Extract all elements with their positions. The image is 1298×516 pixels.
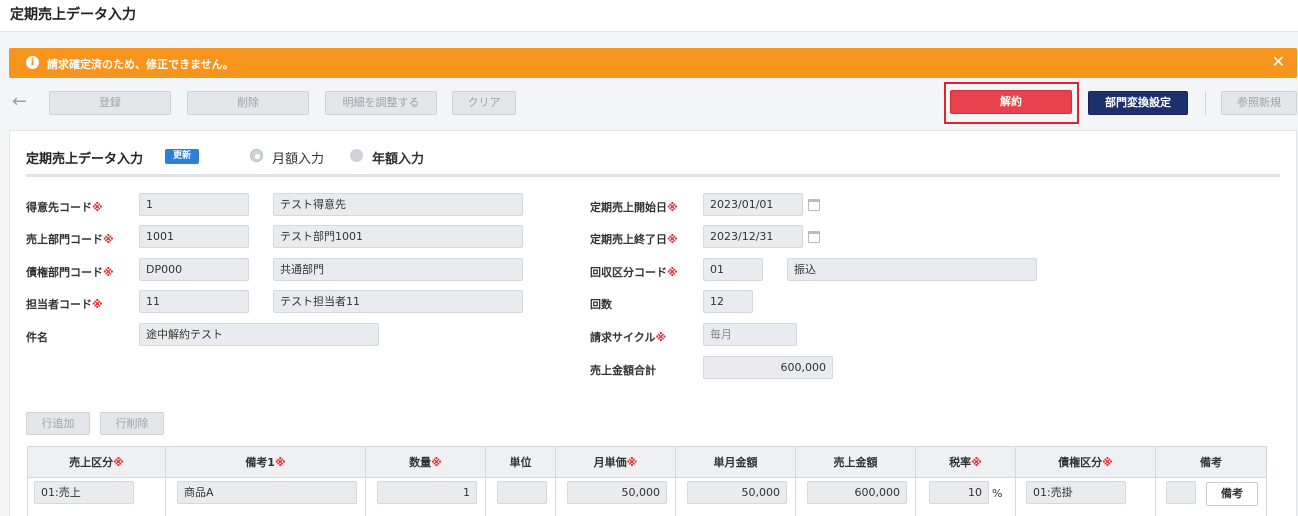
start-date-input[interactable]: 2023/01/01 [703, 193, 803, 216]
header-memo: 備考 [1156, 447, 1266, 478]
subject-input[interactable]: 途中解約テスト [139, 323, 379, 346]
new-reference-button[interactable]: 参照新規 [1221, 91, 1297, 115]
locked-alert: i 請求確定済のため、修正できません。 ✕ [9, 48, 1297, 78]
sales-dept-code-label: 売上部門コード※ [26, 233, 114, 246]
dept-conversion-button[interactable]: 部門変換設定 [1088, 91, 1188, 115]
row-memo-input[interactable] [1166, 481, 1196, 504]
row-unit-input[interactable] [497, 481, 547, 504]
header-sales-amount: 売上金額 [796, 447, 916, 478]
count-input[interactable]: 12 [703, 290, 753, 313]
section-divider [26, 174, 1280, 177]
header-note1: 備考1※ [166, 447, 366, 478]
count-label: 回数 [590, 298, 612, 311]
staff-name-field: テスト担当者11 [273, 290, 523, 313]
delete-button[interactable]: 削除 [187, 91, 309, 115]
add-row-button[interactable]: 行追加 [26, 412, 90, 435]
info-icon: i [26, 56, 39, 69]
header-tax-rate: 税率※ [916, 447, 1016, 478]
cancel-contract-button[interactable]: 解約 [950, 90, 1072, 114]
sales-dept-code-input[interactable]: 1001 [139, 225, 249, 248]
radio-annual-label: 年額入力 [372, 152, 425, 167]
claim-dept-name-field: 共通部門 [273, 258, 523, 281]
page-title: 定期売上データ入力 [10, 7, 136, 23]
close-icon[interactable]: ✕ [1272, 53, 1285, 71]
adjust-details-button[interactable]: 明細を調整する [325, 91, 437, 115]
customer-code-label: 得意先コード※ [26, 201, 103, 214]
claim-dept-code-label: 債権部門コード※ [26, 266, 114, 279]
percent-unit: % [992, 487, 1003, 500]
end-date-label: 定期売上終了日※ [590, 233, 678, 246]
customer-code-input[interactable]: 1 [139, 193, 249, 216]
row-sales-type-input[interactable]: 01:売上 [34, 481, 134, 504]
header-monthly-amount: 単月金額 [676, 447, 796, 478]
header-monthly-price: 月単価※ [556, 447, 676, 478]
clear-button[interactable]: クリア [452, 91, 516, 115]
toolbar-divider [1205, 91, 1206, 115]
alert-message: 請求確定済のため、修正できません。 [47, 58, 234, 71]
customer-name-field: テスト得意先 [273, 193, 523, 216]
header-sales-type: 売上区分※ [28, 447, 166, 478]
row-note1-input[interactable]: 商品A [177, 481, 357, 504]
row-monthly-amount-field: 50,000 [687, 481, 787, 504]
billing-cycle-label: 請求サイクル※ [590, 331, 667, 344]
memo-button[interactable]: 備考 [1206, 482, 1258, 506]
start-date-label: 定期売上開始日※ [590, 201, 678, 214]
sales-total-label: 売上金額合計 [590, 364, 656, 377]
header-quantity: 数量※ [366, 447, 486, 478]
calendar-icon[interactable] [808, 199, 820, 211]
header-unit: 単位 [486, 447, 556, 478]
billing-cycle-select[interactable]: 毎月 [703, 323, 797, 346]
register-button[interactable]: 登録 [49, 91, 171, 115]
calendar-icon[interactable] [808, 231, 820, 243]
title-bar: 定期売上データ入力 [0, 0, 1298, 32]
radio-annual[interactable] [350, 149, 363, 162]
row-monthly-price-input[interactable]: 50,000 [567, 481, 667, 504]
row-tax-rate-input[interactable]: 10 [929, 481, 989, 504]
back-arrow-icon[interactable]: ← [12, 92, 27, 112]
row-sales-amount-field: 600,000 [807, 481, 907, 504]
sales-total-field: 600,000 [703, 356, 833, 379]
radio-monthly[interactable] [250, 149, 263, 162]
update-badge: 更新 [165, 149, 199, 164]
row-quantity-input[interactable]: 1 [377, 481, 477, 504]
header-claim-type: 債権区分※ [1016, 447, 1156, 478]
staff-code-input[interactable]: 11 [139, 290, 249, 313]
subject-label: 件名 [26, 331, 48, 344]
claim-dept-code-input[interactable]: DP000 [139, 258, 249, 281]
radio-monthly-label: 月額入力 [272, 152, 325, 167]
delete-row-button[interactable]: 行削除 [100, 412, 164, 435]
collection-name-field: 振込 [787, 258, 1037, 281]
end-date-input[interactable]: 2023/12/31 [703, 225, 803, 248]
collection-code-label: 回収区分コード※ [590, 266, 678, 279]
row-claim-type-input[interactable]: 01:売掛 [1026, 481, 1126, 504]
form-title: 定期売上データ入力 [26, 152, 144, 167]
sales-dept-name-field: テスト部門1001 [273, 225, 523, 248]
staff-code-label: 担当者コード※ [26, 298, 103, 311]
collection-code-input[interactable]: 01 [703, 258, 763, 281]
